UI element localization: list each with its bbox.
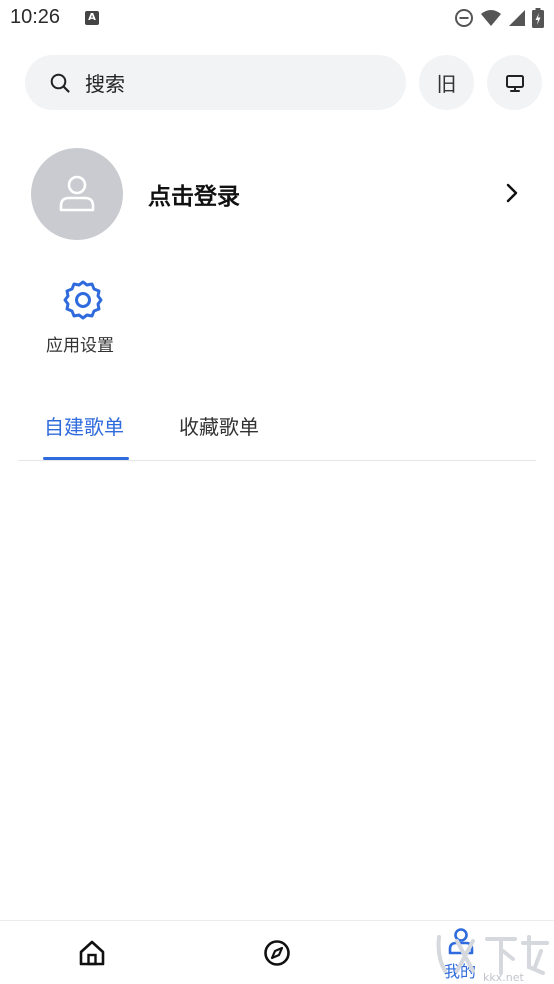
login-link[interactable]: 点击登录	[148, 177, 240, 211]
chevron-right-icon[interactable]	[500, 181, 524, 205]
user-icon	[59, 175, 95, 212]
home-icon[interactable]	[78, 939, 106, 967]
desktop-icon	[505, 74, 524, 92]
tab-divider	[18, 460, 536, 461]
status-icons	[454, 6, 544, 30]
watermark-text: kkx.net	[483, 971, 524, 983]
settings-label[interactable]: 应用设置	[46, 331, 114, 356]
wifi-icon	[481, 10, 501, 26]
tab-self-built-playlists[interactable]: 自建歌单	[44, 411, 124, 440]
avatar[interactable]	[31, 148, 123, 240]
search-icon	[50, 73, 70, 93]
search-input[interactable]: 搜索	[25, 55, 406, 110]
bottom-nav-divider	[0, 920, 554, 921]
compass-icon[interactable]	[263, 939, 291, 967]
signal-icon	[509, 10, 525, 26]
tab-favorite-playlists[interactable]: 收藏歌单	[179, 411, 259, 440]
dnd-icon	[455, 9, 473, 27]
status-time: 10:26	[10, 6, 61, 28]
notification-icon: A	[85, 11, 99, 25]
watermark-logo: kkx.net	[436, 935, 549, 983]
battery-icon	[532, 8, 544, 28]
old-version-button[interactable]: 旧	[419, 55, 474, 110]
search-placeholder: 搜索	[85, 72, 125, 96]
desktop-button[interactable]	[487, 55, 542, 110]
gear-icon[interactable]	[62, 279, 104, 321]
